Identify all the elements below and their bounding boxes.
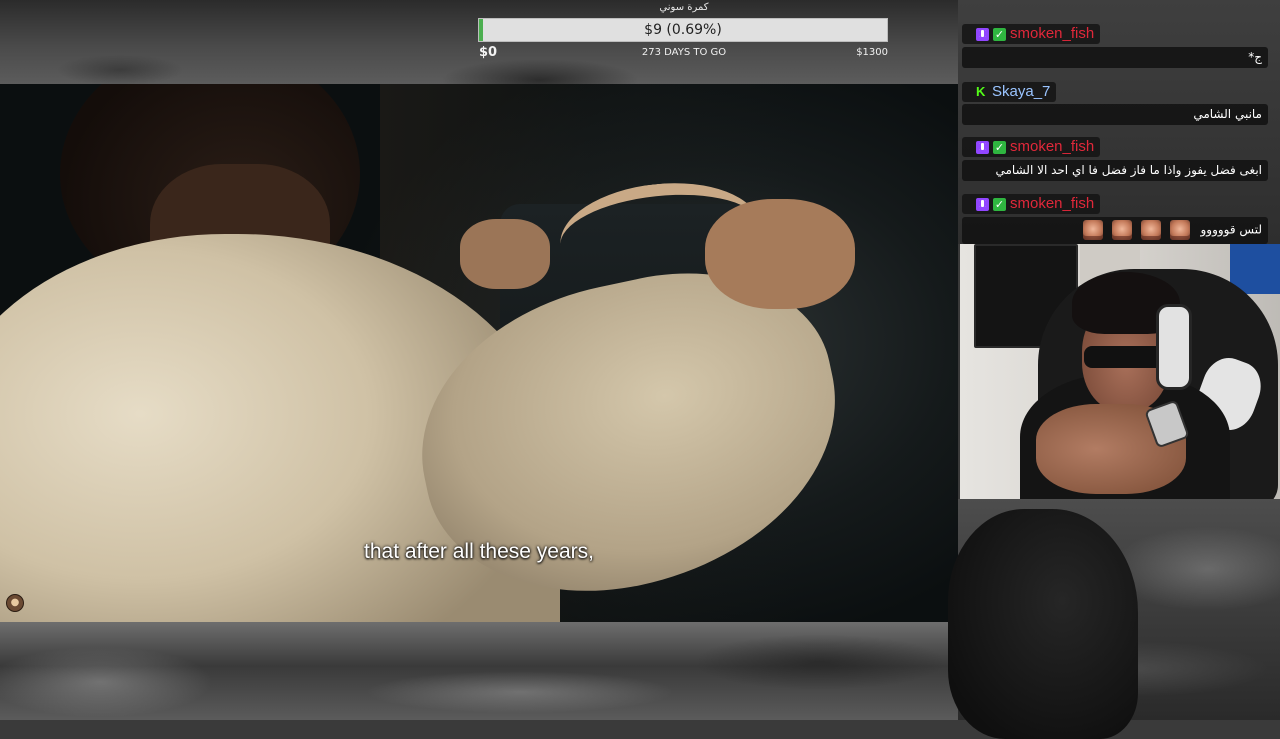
stream-overlay-background-bottom bbox=[0, 622, 958, 720]
chat-username-tag[interactable]: ✓ smoken_fish bbox=[962, 24, 1101, 44]
chat-message-text: لتس قووووو bbox=[1200, 222, 1262, 236]
check-icon: ✓ bbox=[993, 140, 1006, 154]
emote-icon bbox=[1112, 219, 1133, 240]
stream-overlay-background-right bbox=[948, 499, 1280, 739]
chat-message: K Skaya_7 مانبي الشامي bbox=[962, 81, 1268, 125]
video-person-hand-right bbox=[705, 199, 855, 309]
chat-message-text-box: ابغى فضل يفوز واذا ما فاز فضل فا اي احد … bbox=[962, 159, 1268, 181]
webcam-headset bbox=[1156, 304, 1192, 390]
video-person-hand-left bbox=[460, 219, 550, 289]
chat-username-tag[interactable]: K Skaya_7 bbox=[962, 82, 1057, 102]
donation-goal: كمرة سوني $9 (0.69%) $0 273 DAYS TO GO $… bbox=[478, 0, 890, 64]
chat-username[interactable]: Skaya_7 bbox=[992, 82, 1050, 102]
goal-title: كمرة سوني bbox=[659, 2, 709, 13]
kick-icon: K bbox=[976, 84, 986, 99]
chat-message: ✓ smoken_fish ابغى فضل يفوز واذا ما فاز فض… bbox=[962, 137, 1268, 181]
chat-emotes bbox=[1083, 219, 1191, 240]
twitch-icon bbox=[976, 197, 989, 211]
chat-message-text: ابغى فضل يفوز واذا ما فاز فضل فا اي احد … bbox=[995, 162, 1263, 177]
streamer-webcam bbox=[960, 244, 1280, 499]
background-rock bbox=[948, 509, 1138, 739]
emote-icon bbox=[1083, 219, 1104, 240]
twitch-icon bbox=[976, 27, 989, 41]
check-icon: ✓ bbox=[993, 27, 1006, 41]
chat-username[interactable]: smoken_fish bbox=[1010, 194, 1094, 214]
chat-message-text-box: ج* bbox=[962, 46, 1268, 68]
chat-username[interactable]: smoken_fish bbox=[1010, 24, 1094, 44]
goal-amount: $9 (0.69%) bbox=[644, 22, 722, 38]
chat-message-text-box: مانبي الشامي bbox=[962, 104, 1268, 125]
chat-message: ✓ smoken_fish ج* bbox=[962, 24, 1268, 68]
chat-message-text: ج* bbox=[1248, 49, 1262, 64]
chat-username[interactable]: smoken_fish bbox=[1010, 137, 1094, 157]
main-video-player[interactable]: that after all these years, ● bbox=[0, 84, 958, 622]
video-subtitle: that after all these years, bbox=[364, 540, 594, 563]
twitch-icon bbox=[976, 140, 989, 154]
chat-username-tag[interactable]: ✓ smoken_fish bbox=[962, 137, 1101, 157]
chat-overlay: ✓ smoken_fish ج* K Skaya_7 مانبي الشامي ✓ smoke… bbox=[958, 0, 1280, 244]
chat-message: ✓ smoken_fish لتس قووووو bbox=[962, 194, 1268, 244]
chat-message-text: مانبي الشامي bbox=[1193, 107, 1262, 121]
check-icon: ✓ bbox=[993, 197, 1006, 211]
chat-message-text-box: لتس قووووو bbox=[962, 216, 1268, 244]
channel-avatar-icon[interactable]: ● bbox=[6, 594, 24, 612]
goal-progress-bar: $9 (0.69%) bbox=[478, 18, 888, 42]
emote-icon bbox=[1141, 219, 1162, 240]
emote-icon bbox=[1170, 219, 1191, 240]
chat-username-tag[interactable]: ✓ smoken_fish bbox=[962, 194, 1101, 214]
goal-days-left: 273 DAYS TO GO bbox=[641, 47, 727, 58]
goal-target-label: $1300 bbox=[856, 47, 888, 58]
